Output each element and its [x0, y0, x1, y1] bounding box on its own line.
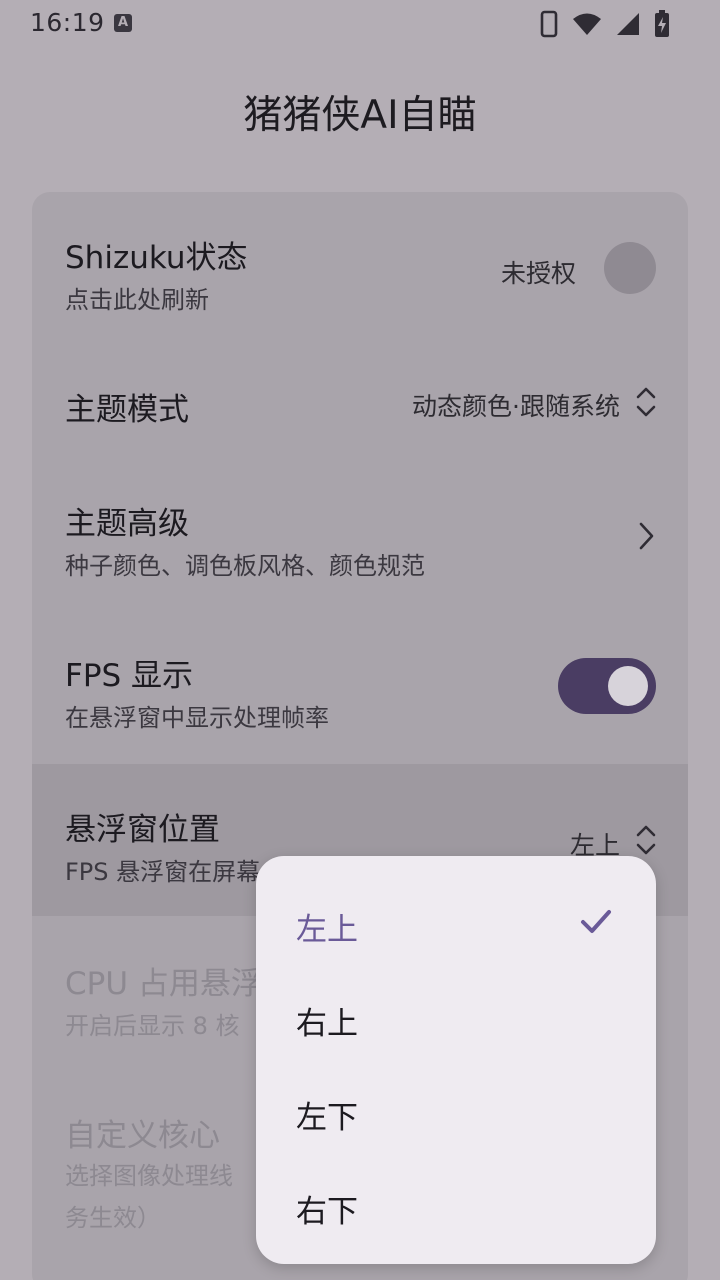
custom-cores-subtitle-line2: 务生效） [65, 1204, 161, 1232]
theme-mode-value: 动态颜色·跟随系统 [412, 392, 620, 421]
chevron-right-icon [639, 522, 654, 550]
wifi-icon [573, 13, 601, 35]
phone-outline-icon [540, 10, 558, 38]
menu-item-label: 右下 [296, 1194, 358, 1230]
custom-cores-subtitle-line1: 选择图像处理线 [65, 1162, 233, 1190]
menu-item-bottom-left[interactable]: 左下 [256, 1062, 656, 1156]
custom-cores-title: 自定义核心 [65, 1118, 220, 1154]
status-time: 16:19 [30, 8, 105, 37]
theme-mode-title: 主题模式 [65, 392, 189, 428]
theme-advanced-subtitle: 种子颜色、调色板风格、颜色规范 [65, 552, 425, 580]
shizuku-status-subtitle: 点击此处刷新 [65, 286, 209, 314]
fps-display-row[interactable]: FPS 显示 在悬浮窗中显示处理帧率 [32, 610, 688, 764]
fps-display-subtitle: 在悬浮窗中显示处理帧率 [65, 704, 329, 732]
fps-display-title: FPS 显示 [65, 658, 194, 694]
unfold-icon [636, 825, 656, 855]
menu-item-label: 右上 [296, 1006, 358, 1042]
battery-charging-icon [655, 10, 669, 37]
check-icon [581, 910, 611, 933]
status-indicator-dot [604, 242, 656, 294]
menu-item-top-right[interactable]: 右上 [256, 968, 656, 1062]
menu-item-top-left[interactable]: 左上 [256, 874, 656, 968]
theme-advanced-title: 主题高级 [65, 506, 189, 542]
theme-mode-row[interactable]: 主题模式 动态颜色·跟随系统 [32, 342, 688, 462]
toggle-knob [608, 666, 648, 706]
page-title: 猪猪侠AI自瞄 [243, 93, 477, 138]
shizuku-status-value: 未授权 [500, 259, 576, 288]
signal-icon [617, 13, 639, 35]
overlay-position-dropdown-menu: 左上 右上 左下 右下 [256, 856, 656, 1264]
unfold-icon [636, 387, 656, 417]
status-bar: 16:19 A [0, 0, 720, 48]
menu-item-bottom-right[interactable]: 右下 [256, 1156, 656, 1250]
cpu-overlay-subtitle: 开启后显示 8 核 [65, 1012, 240, 1040]
menu-item-label: 左下 [296, 1100, 358, 1136]
menu-item-label: 左上 [296, 912, 358, 948]
notification-a-icon: A [114, 14, 132, 32]
theme-advanced-row[interactable]: 主题高级 种子颜色、调色板风格、颜色规范 [32, 462, 688, 610]
shizuku-status-title: Shizuku状态 [65, 240, 248, 276]
status-icons [540, 8, 670, 40]
fps-display-toggle[interactable] [558, 658, 656, 714]
overlay-position-title: 悬浮窗位置 [65, 812, 220, 848]
shizuku-status-row[interactable]: Shizuku状态 点击此处刷新 未授权 [32, 192, 688, 342]
